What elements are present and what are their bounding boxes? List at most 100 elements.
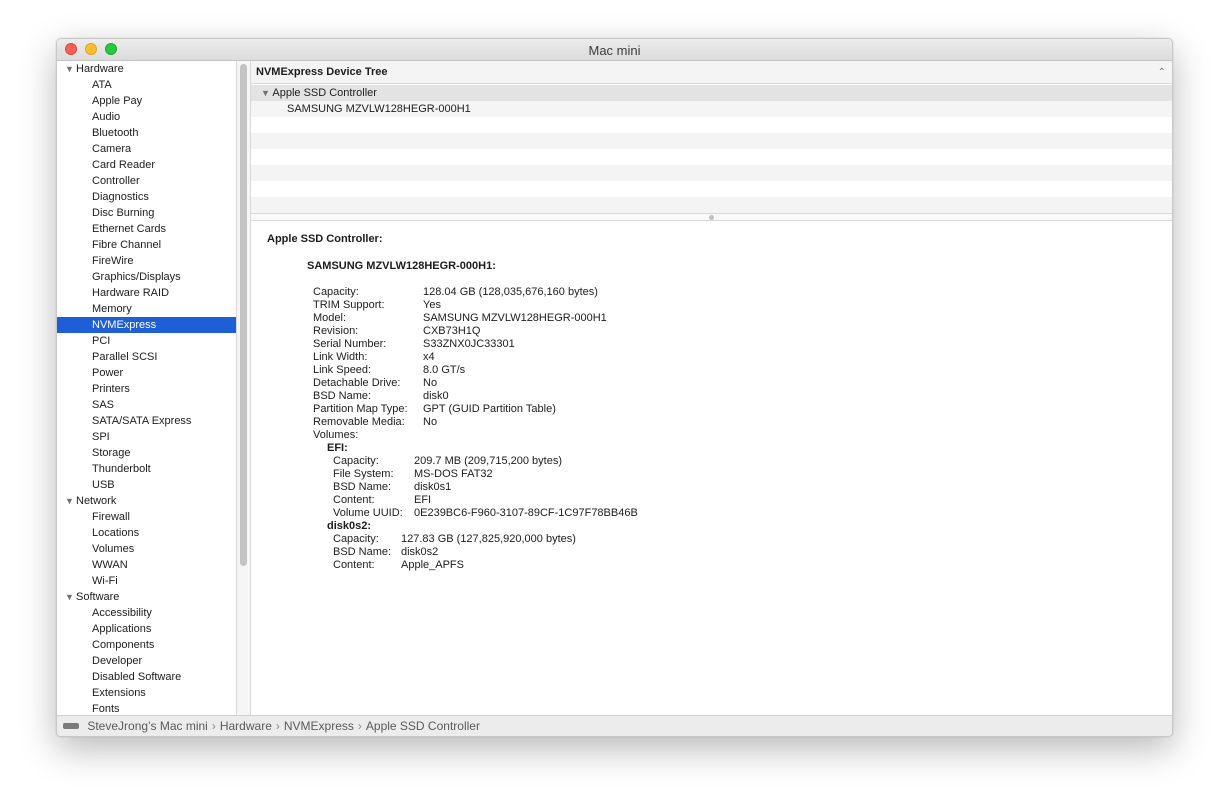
property-row-link-width: Link Width: x4 bbox=[313, 351, 435, 364]
property-label: Content: bbox=[333, 494, 375, 506]
property-label: Serial Number: bbox=[313, 338, 387, 350]
property-value: No bbox=[423, 416, 438, 428]
window-title: Mac mini bbox=[588, 43, 641, 58]
sidebar-item-volumes[interactable]: Volumes bbox=[57, 541, 236, 557]
property-label: BSD Name: bbox=[333, 481, 392, 493]
property-row-bsd-name: BSD Name: disk0 bbox=[313, 390, 449, 403]
sidebar-item-audio[interactable]: Audio bbox=[57, 109, 236, 125]
property-value: 127.83 GB (127,825,920,000 bytes) bbox=[401, 533, 576, 545]
disclosure-triangle-icon[interactable]: ▼ bbox=[65, 61, 76, 77]
device-tree-header[interactable]: NVMExpress Device Tree ⌃ bbox=[251, 61, 1172, 84]
sidebar-item-nvmexpress[interactable]: NVMExpress bbox=[57, 317, 236, 333]
volume-property-content: Content: EFI bbox=[333, 494, 431, 507]
sidebar-item-firewire[interactable]: FireWire bbox=[57, 253, 236, 269]
sidebar-item-wi-fi[interactable]: Wi-Fi bbox=[57, 573, 236, 589]
sidebar-item-usb[interactable]: USB bbox=[57, 477, 236, 493]
sidebar-category-label: Hardware bbox=[76, 63, 124, 75]
path-bar: SteveJrong’s Mac mini › Hardware › NVMExpres… bbox=[57, 715, 1172, 736]
property-value: MS-DOS FAT32 bbox=[414, 468, 493, 480]
system-information-window: Mac mini ▼ Hardware ATA Apple Pay Audio Bluet… bbox=[56, 38, 1173, 737]
property-label: BSD Name: bbox=[313, 390, 372, 402]
property-row-capacity: Capacity: 128.04 GB (128,035,676,160 byte… bbox=[313, 286, 598, 299]
property-value: disk0s1 bbox=[414, 481, 452, 493]
property-value: x4 bbox=[423, 351, 435, 363]
sidebar-item-storage[interactable]: Storage bbox=[57, 445, 236, 461]
sidebar-item-components[interactable]: Components bbox=[57, 637, 236, 653]
property-label: Content: bbox=[333, 559, 375, 571]
sidebar-item-card-reader[interactable]: Card Reader bbox=[57, 157, 236, 173]
sidebar-category-software[interactable]: ▼ Software bbox=[65, 589, 119, 605]
sidebar-item-disabled-software[interactable]: Disabled Software bbox=[57, 669, 236, 685]
pane-splitter[interactable] bbox=[251, 213, 1172, 221]
sidebar-category-label: Network bbox=[76, 495, 117, 507]
sidebar-category-hardware[interactable]: ▼ Hardware bbox=[65, 61, 124, 77]
sidebar-item-ethernet-cards[interactable]: Ethernet Cards bbox=[57, 221, 236, 237]
property-value: 8.0 GT/s bbox=[423, 364, 466, 376]
sidebar-item-developer[interactable]: Developer bbox=[57, 653, 236, 669]
sidebar-item-hardware-raid[interactable]: Hardware RAID bbox=[57, 285, 236, 301]
sidebar-item-power[interactable]: Power bbox=[57, 365, 236, 381]
sidebar-item-bluetooth[interactable]: Bluetooth bbox=[57, 125, 236, 141]
sidebar-category-network[interactable]: ▼ Network bbox=[65, 493, 116, 509]
sidebar-item-spi[interactable]: SPI bbox=[57, 429, 236, 445]
path-segment-hardware[interactable]: Hardware bbox=[220, 719, 272, 733]
sidebar-item-applications[interactable]: Applications bbox=[57, 621, 236, 637]
tree-row-device[interactable]: SAMSUNG MZVLW128HEGR-000H1 bbox=[251, 101, 1172, 117]
sidebar-item-firewall[interactable]: Firewall bbox=[57, 509, 236, 525]
property-value: Apple_APFS bbox=[401, 559, 464, 571]
sidebar-item-locations[interactable]: Locations bbox=[57, 525, 236, 541]
property-label: Detachable Drive: bbox=[313, 377, 401, 389]
property-label: Removable Media: bbox=[313, 416, 405, 428]
sidebar-item-apple-pay[interactable]: Apple Pay bbox=[57, 93, 236, 109]
sidebar-category-label: Software bbox=[76, 591, 120, 603]
path-separator-icon: › bbox=[357, 719, 362, 733]
property-label: Capacity: bbox=[313, 286, 359, 298]
sidebar-item-accessibility[interactable]: Accessibility bbox=[57, 605, 236, 621]
property-row-detachable-drive: Detachable Drive: No bbox=[313, 377, 437, 390]
property-label: Link Speed: bbox=[313, 364, 372, 376]
sidebar-scrollbar[interactable] bbox=[237, 61, 251, 715]
disclosure-triangle-icon[interactable]: ▼ bbox=[65, 493, 76, 509]
sidebar-item-diagnostics[interactable]: Diagnostics bbox=[57, 189, 236, 205]
property-value: EFI bbox=[414, 494, 432, 506]
property-row-revision: Revision: CXB73H1Q bbox=[313, 325, 480, 338]
collapse-chevron-icon[interactable]: ⌃ bbox=[1158, 61, 1166, 84]
sidebar-item-thunderbolt[interactable]: Thunderbolt bbox=[57, 461, 236, 477]
disclosure-triangle-icon[interactable]: ▼ bbox=[65, 589, 76, 605]
sidebar-item-disc-burning[interactable]: Disc Burning bbox=[57, 205, 236, 221]
sidebar-item-extensions[interactable]: Extensions bbox=[57, 685, 236, 701]
sidebar-item-graphics-displays[interactable]: Graphics/Displays bbox=[57, 269, 236, 285]
sidebar-scroll-thumb[interactable] bbox=[240, 64, 247, 566]
path-segment-apple-ssd-controller[interactable]: Apple SSD Controller bbox=[366, 719, 480, 733]
sidebar-item-controller[interactable]: Controller bbox=[57, 173, 236, 189]
tree-row-controller[interactable]: ▼ Apple SSD Controller bbox=[251, 85, 1172, 101]
sidebar-item-sata-sata-express[interactable]: SATA/SATA Express bbox=[57, 413, 236, 429]
sidebar-item-parallel-scsi[interactable]: Parallel SCSI bbox=[57, 349, 236, 365]
volume-property-bsd-name: BSD Name: disk0s1 bbox=[333, 481, 451, 494]
tree-empty-row bbox=[251, 165, 1172, 181]
tree-empty-row bbox=[251, 133, 1172, 149]
path-segment-stevejrong-s-mac-mini[interactable]: SteveJrong’s Mac mini bbox=[87, 719, 208, 733]
path-segment-nvmexpress[interactable]: NVMExpress bbox=[284, 719, 354, 733]
splitter-handle-icon[interactable] bbox=[709, 215, 714, 220]
tree-device-label: SAMSUNG MZVLW128HEGR-000H1 bbox=[287, 103, 471, 115]
sidebar-item-pci[interactable]: PCI bbox=[57, 333, 236, 349]
sidebar-item-sas[interactable]: SAS bbox=[57, 397, 236, 413]
sidebar-item-memory[interactable]: Memory bbox=[57, 301, 236, 317]
volume-property-content: Content: Apple_APFS bbox=[333, 559, 464, 572]
sidebar-item-wwan[interactable]: WWAN bbox=[57, 557, 236, 573]
property-value: 0E239BC6-F960-3107-89CF-1C97F78BB46B bbox=[414, 507, 638, 519]
property-label: Revision: bbox=[313, 325, 359, 337]
tree-controller-label: Apple SSD Controller bbox=[272, 87, 377, 99]
tree-empty-row bbox=[251, 117, 1172, 133]
sidebar-item-ata[interactable]: ATA bbox=[57, 77, 236, 93]
disclosure-triangle-icon[interactable]: ▼ bbox=[261, 88, 270, 98]
sidebar-item-camera[interactable]: Camera bbox=[57, 141, 236, 157]
volumes-label: Volumes: bbox=[313, 429, 359, 441]
property-value: SAMSUNG MZVLW128HEGR-000H1 bbox=[423, 312, 607, 324]
sidebar-item-printers[interactable]: Printers bbox=[57, 381, 236, 397]
sidebar-item-fibre-channel[interactable]: Fibre Channel bbox=[57, 237, 236, 253]
path-separator-icon: › bbox=[275, 719, 280, 733]
volume-name-disk0s2: disk0s2: bbox=[327, 520, 372, 532]
sidebar-item-fonts[interactable]: Fonts bbox=[57, 701, 236, 715]
